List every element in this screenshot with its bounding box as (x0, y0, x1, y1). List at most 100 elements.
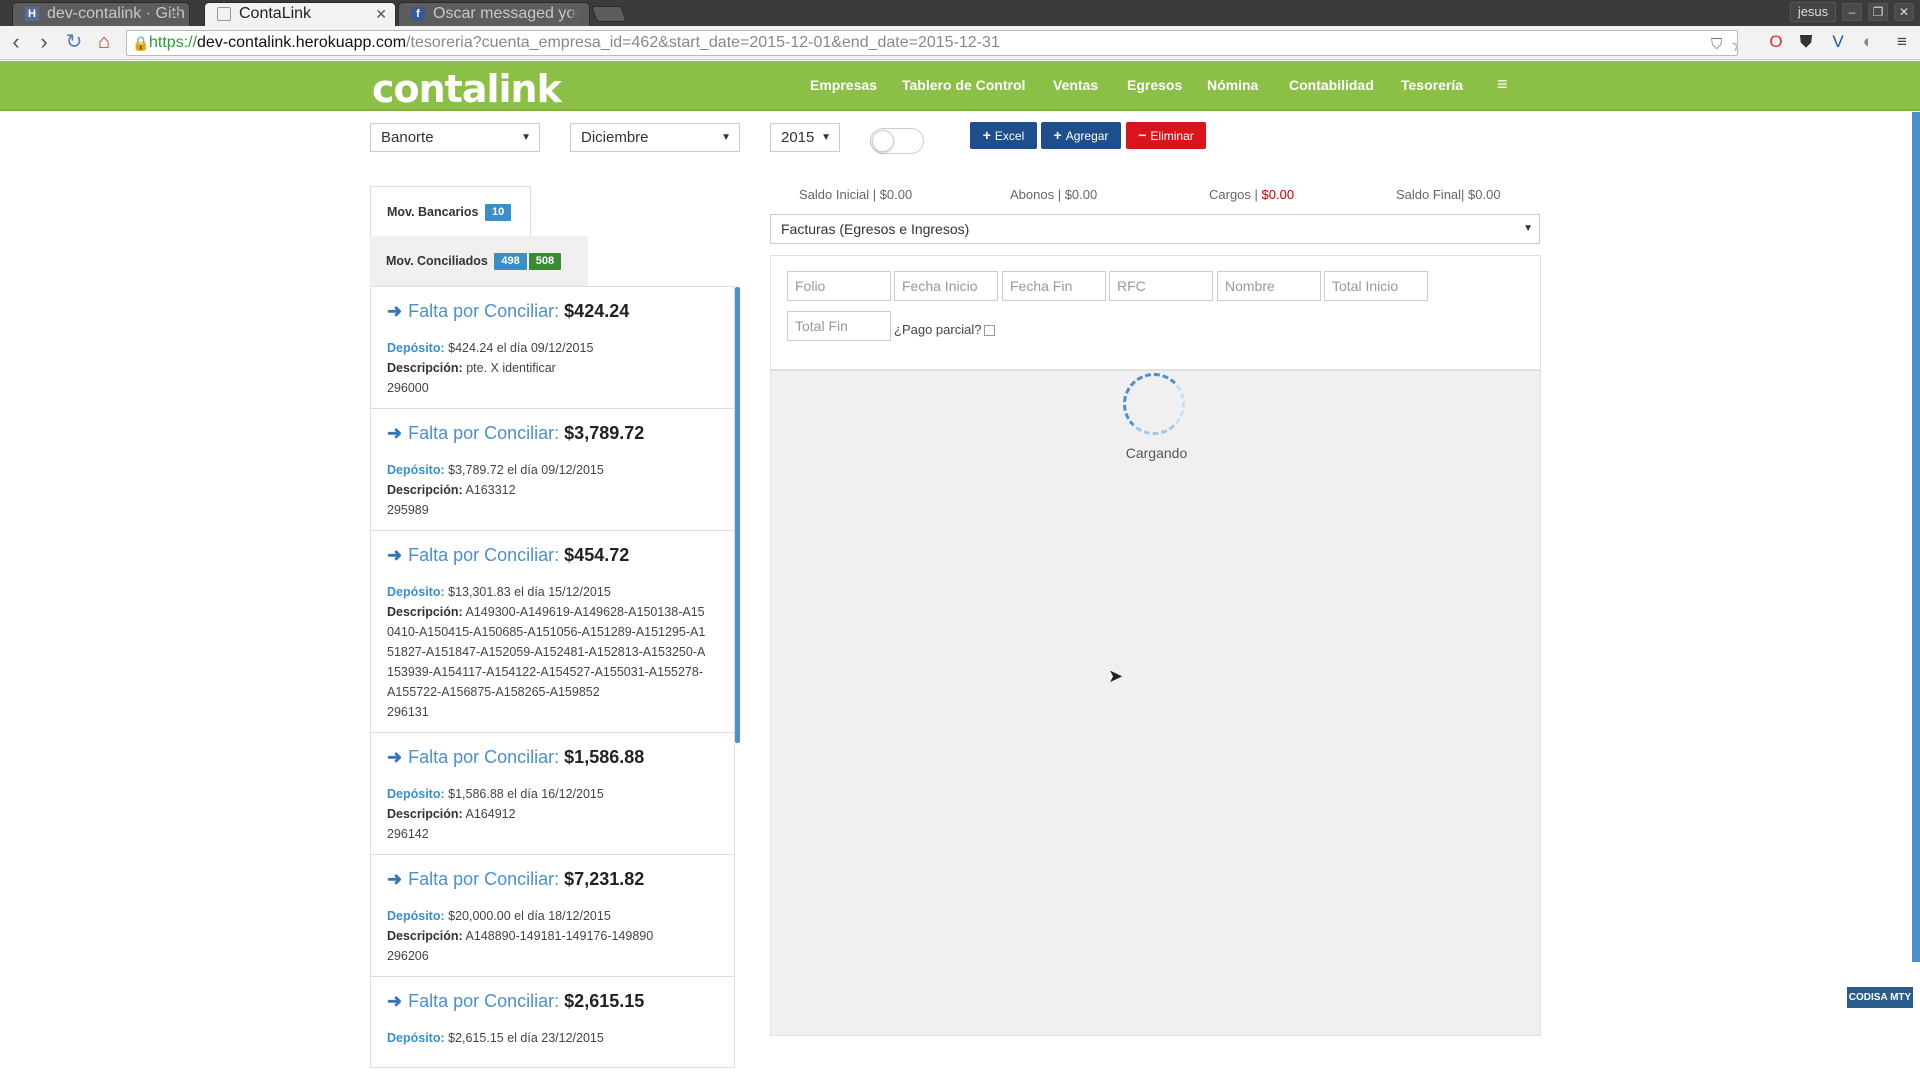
arrow-right-icon: ➜ (387, 545, 403, 565)
deposit-label: Depósito: (387, 585, 445, 599)
company-badge[interactable]: CODISA MTY (1847, 987, 1913, 1008)
nombre-input[interactable]: Nombre (1217, 271, 1321, 301)
restore-icon[interactable]: ❐ (1868, 3, 1888, 21)
excel-button-label: Excel (994, 129, 1025, 143)
count-badge: 498 (494, 253, 527, 271)
count-badge: 508 (528, 253, 562, 271)
tab-title: ContaLink (239, 5, 312, 22)
tab-mov-conciliados[interactable]: Mov. Conciliados 498 508 (370, 236, 588, 286)
arrow-right-icon: ➜ (387, 423, 403, 443)
chrome-menu-icon[interactable]: ≡ (1892, 32, 1912, 52)
deposit-value: $1,586.88 el día 16/12/2015 (448, 787, 604, 801)
total-inicio-input[interactable]: Total Inicio (1324, 271, 1428, 301)
list-item[interactable]: ➜ Falta por Conciliar: $454.72 Depósito: … (371, 530, 734, 732)
fecha-fin-input[interactable]: Fecha Fin (1002, 271, 1106, 301)
deposit-value: $20,000.00 el día 18/12/2015 (448, 909, 611, 923)
description-value: A149300-A149619-A149628-A150138-A150410-… (387, 605, 706, 699)
item-ref: 296206 (387, 949, 429, 963)
facturas-type-select[interactable]: Facturas (Egresos e Ingresos) ▼ (770, 214, 1540, 244)
tab-mov-bancarios[interactable]: Mov. Bancarios 10 (370, 186, 531, 236)
month-select[interactable]: Diciembre ▼ (570, 123, 740, 152)
item-head-label: Falta por Conciliar: (408, 545, 560, 565)
nav-egresos[interactable]: Egresos (1127, 77, 1182, 93)
list-item[interactable]: ➜ Falta por Conciliar: $3,789.72 Depósito… (371, 408, 734, 530)
browser-tab-contalink[interactable]: ContaLink ✕ (204, 2, 396, 26)
nav-empresas[interactable]: Empresas (810, 77, 877, 93)
browser-tab-github[interactable]: H dev-contalink · Gith ✕ (12, 2, 190, 26)
agregar-button[interactable]: + Agregar (1041, 122, 1121, 149)
bank-select[interactable]: Banorte ▼ (370, 123, 540, 152)
tab-label: Mov. Conciliados (386, 254, 488, 268)
deposit-label: Depósito: (387, 1031, 445, 1045)
nav-nomina[interactable]: Nómina (1207, 77, 1258, 93)
saldo-final: Saldo Final| $0.00 (1396, 187, 1501, 202)
mouse-cursor-icon: ➤ (1108, 666, 1124, 686)
toggle-switch[interactable] (870, 128, 924, 154)
close-icon[interactable]: ✕ (569, 3, 581, 25)
list-item[interactable]: ➜ Falta por Conciliar: $7,231.82 Depósito… (371, 854, 734, 976)
total-fin-input[interactable]: Total Fin (787, 311, 891, 341)
plus-icon: + (1053, 127, 1062, 143)
loading-spinner-icon (1123, 373, 1185, 435)
close-icon[interactable]: ✕ (375, 3, 387, 25)
opera-extension-icon[interactable]: O (1766, 32, 1786, 52)
deposit-value: $13,301.83 el día 15/12/2015 (448, 585, 611, 599)
list-item[interactable]: ➜ Falta por Conciliar: $1,586.88 Depósito… (371, 732, 734, 854)
deposit-value: $424.24 el día 09/12/2015 (448, 341, 594, 355)
page-scrollbar[interactable] (1912, 112, 1920, 962)
hamburger-menu-icon[interactable]: ≡ (1497, 74, 1508, 95)
nav-tesoreria[interactable]: Tesorería (1401, 77, 1463, 93)
excel-button[interactable]: + Excel (970, 122, 1037, 149)
browser-toolbar: ‹ › ↻ ⌂ 🔒 https://dev-contalink.herokuapp… (0, 26, 1920, 60)
address-bar[interactable]: 🔒 https://dev-contalink.herokuapp.com/tes… (126, 30, 1738, 56)
pocket-extension-icon[interactable]: ⛊ (1796, 32, 1816, 52)
browser-tab-facebook[interactable]: f Oscar messaged yo ✕ (398, 2, 590, 26)
list-item[interactable]: ➜ Falta por Conciliar: $424.24 Depósito: … (371, 286, 734, 408)
minimize-icon[interactable]: – (1842, 3, 1862, 21)
item-ref: 295989 (387, 503, 429, 517)
description-label: Descripción: (387, 361, 463, 375)
arrow-right-icon: ➜ (387, 747, 403, 767)
nav-ventas[interactable]: Ventas (1053, 77, 1098, 93)
year-select[interactable]: 2015 ▼ (770, 123, 840, 152)
bank-select-value: Banorte (381, 129, 434, 146)
item-amount: $424.24 (564, 301, 630, 321)
extension-icon[interactable]: ◐ (1858, 32, 1878, 52)
vimium-extension-icon[interactable]: V (1828, 32, 1848, 52)
list-item[interactable]: ➜ Falta por Conciliar: $2,615.15 Depósito… (371, 976, 734, 1058)
nav-contabilidad[interactable]: Contabilidad (1289, 77, 1374, 93)
close-icon[interactable]: ✕ (169, 3, 181, 25)
reload-icon[interactable]: ↻ (62, 30, 86, 56)
rfc-input[interactable]: RFC (1109, 271, 1213, 301)
url-scheme: https:// (149, 34, 198, 51)
shield-icon[interactable]: ⛉ (1711, 33, 1722, 55)
description-label: Descripción: (387, 483, 463, 497)
eliminar-button[interactable]: − Eliminar (1126, 122, 1206, 149)
new-tab-button[interactable] (591, 6, 627, 22)
forward-icon[interactable]: › (32, 30, 56, 56)
home-icon[interactable]: ⌂ (92, 30, 116, 56)
toggle-knob (872, 130, 894, 152)
item-ref: 296131 (387, 705, 429, 719)
fecha-inicio-input[interactable]: Fecha Inicio (894, 271, 998, 301)
description-value: A163312 (465, 483, 516, 497)
brand-logo[interactable]: contalink (372, 67, 562, 111)
item-amount: $7,231.82 (564, 869, 645, 889)
back-icon[interactable]: ‹ (4, 30, 28, 56)
deposit-value: $3,789.72 el día 09/12/2015 (448, 463, 604, 477)
folio-input[interactable]: Folio (787, 271, 891, 301)
profile-button[interactable]: jesus (1790, 2, 1836, 22)
pago-parcial-label: ¿Pago parcial? (894, 322, 982, 337)
arrow-right-icon: ➜ (387, 869, 403, 889)
github-icon: H (25, 7, 39, 21)
tab-title: Oscar messaged yo (433, 5, 576, 22)
lock-icon: 🔒 (132, 35, 150, 51)
pago-parcial-checkbox[interactable] (984, 325, 996, 337)
tab-label: Mov. Bancarios (387, 205, 479, 219)
list-scrollbar[interactable] (735, 287, 740, 743)
nav-tablero[interactable]: Tablero de Control (902, 77, 1025, 93)
close-window-icon[interactable]: ✕ (1894, 3, 1914, 21)
cargos-label: Cargos | (1209, 187, 1258, 202)
year-select-value: 2015 (781, 129, 815, 146)
bookmark-star-icon[interactable]: ☆ (1731, 33, 1737, 55)
